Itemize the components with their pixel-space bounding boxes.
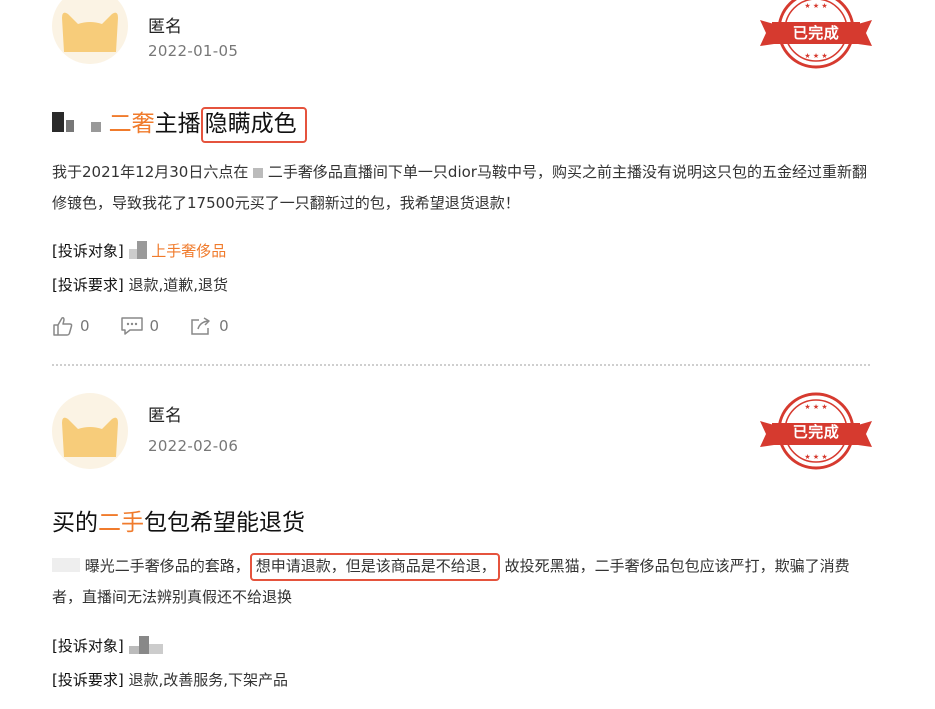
redacted-block bbox=[52, 111, 102, 138]
comment-button[interactable]: 0 bbox=[120, 316, 160, 336]
target-link[interactable]: 上手奢侈品 bbox=[151, 242, 226, 260]
demand-value: 退款,道歉,退货 bbox=[128, 276, 229, 294]
title-text: 买的 bbox=[52, 510, 98, 536]
post-date: 2022-02-06 bbox=[148, 437, 239, 455]
redacted-block bbox=[52, 552, 80, 582]
author-name: 匿名 bbox=[148, 17, 182, 37]
status-label: 已完成 bbox=[792, 24, 840, 42]
redacted-block bbox=[128, 240, 147, 263]
post-date: 2022-01-05 bbox=[148, 42, 239, 60]
complaint-demand: [投诉要求] 退款,道歉,退货 bbox=[52, 274, 228, 295]
title-text: 包包希望能退货 bbox=[144, 510, 305, 536]
like-button[interactable]: 0 bbox=[52, 316, 90, 336]
cat-avatar-icon bbox=[62, 12, 118, 53]
comment-count: 0 bbox=[149, 317, 160, 335]
title-highlight: 二手 bbox=[98, 510, 144, 536]
target-label: [投诉对象] bbox=[52, 637, 124, 655]
body-text: 我于2021年12月30日六点在 bbox=[52, 163, 249, 181]
demand-label: [投诉要求] bbox=[52, 276, 124, 294]
complaint-demand: [投诉要求] 退款,改善服务,下架产品 bbox=[52, 669, 288, 690]
target-label: [投诉对象] bbox=[52, 242, 124, 260]
complaint-target: [投诉对象] bbox=[52, 635, 163, 658]
body-text: 曝光二手奢侈品的套路， bbox=[84, 557, 250, 575]
post-title[interactable]: 买的二手包包希望能退货 bbox=[52, 503, 305, 537]
divider bbox=[52, 364, 870, 366]
cat-avatar-icon bbox=[62, 417, 118, 457]
complaint-feed: 匿名 2022-01-05 ★ ★ ★ ★ ★ ★ 已完成 二奢主播 隐瞒成色 我… bbox=[0, 0, 935, 709]
demand-label: [投诉要求] bbox=[52, 671, 124, 689]
share-icon bbox=[191, 317, 210, 335]
svg-text:★ ★ ★: ★ ★ ★ bbox=[804, 453, 827, 461]
comment-icon bbox=[120, 317, 143, 335]
complaint-target: [投诉对象] 上手奢侈品 bbox=[52, 240, 226, 263]
title-highlight: 二奢 bbox=[108, 111, 155, 137]
share-button[interactable]: 0 bbox=[189, 316, 229, 336]
thumbs-up-icon bbox=[53, 317, 73, 336]
title-text: 主播 bbox=[154, 111, 201, 137]
status-stamp: ★ ★ ★ ★ ★ ★ 已完成 bbox=[760, 391, 872, 475]
demand-value: 退款,改善服务,下架产品 bbox=[128, 671, 289, 689]
post-title[interactable]: 二奢主播 隐瞒成色 bbox=[52, 104, 307, 143]
status-label: 已完成 bbox=[792, 423, 840, 441]
title-boxed-text: 隐瞒成色 bbox=[200, 107, 307, 143]
post-body: 我于2021年12月30日六点在 二手奢侈品直播间下单一只dior马鞍中号，购买… bbox=[52, 157, 877, 218]
action-bar: 0 0 0 bbox=[52, 316, 259, 336]
like-count: 0 bbox=[80, 317, 90, 335]
avatar[interactable] bbox=[52, 0, 128, 64]
svg-text:★ ★ ★: ★ ★ ★ bbox=[804, 52, 827, 60]
share-count: 0 bbox=[219, 317, 229, 335]
svg-text:★ ★ ★: ★ ★ ★ bbox=[804, 2, 827, 10]
redacted-block bbox=[253, 158, 264, 188]
author-name: 匿名 bbox=[148, 406, 182, 426]
avatar[interactable] bbox=[52, 393, 128, 469]
redacted-block bbox=[128, 635, 163, 658]
status-stamp: ★ ★ ★ ★ ★ ★ 已完成 bbox=[760, 0, 872, 72]
body-boxed-text: 想申请退款，但是该商品是不给退， bbox=[249, 553, 500, 581]
post-body: 曝光二手奢侈品的套路， 想申请退款，但是该商品是不给退， 故投死黑猫，二手奢侈品包… bbox=[52, 551, 877, 612]
svg-text:★ ★ ★: ★ ★ ★ bbox=[804, 403, 827, 411]
